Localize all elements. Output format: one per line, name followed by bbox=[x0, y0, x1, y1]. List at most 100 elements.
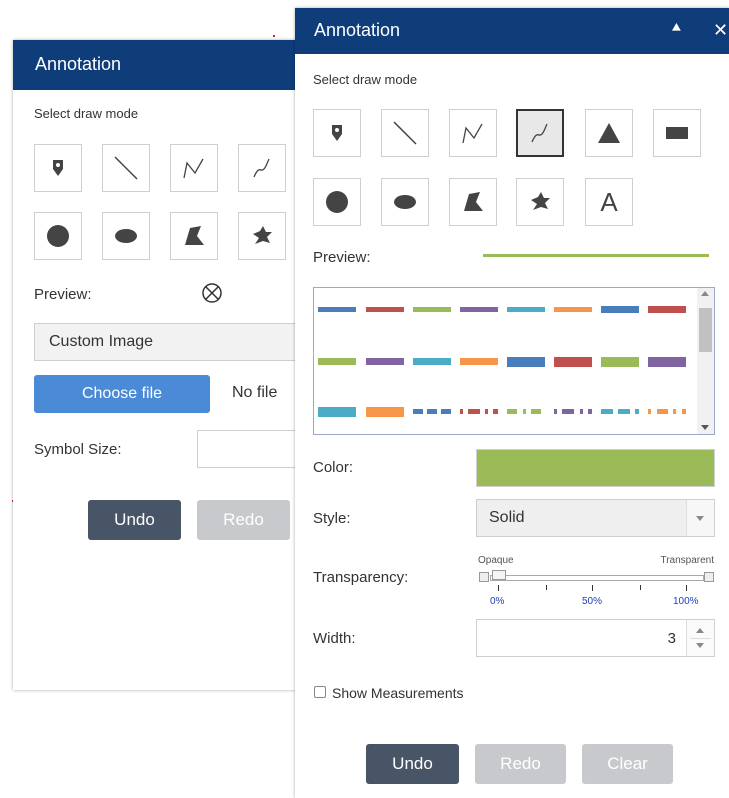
line-style-swatch[interactable] bbox=[413, 409, 451, 414]
circle-tool-button[interactable] bbox=[34, 212, 82, 260]
freehand-line-tool-button[interactable] bbox=[516, 109, 564, 157]
undo-button[interactable]: Undo bbox=[88, 500, 181, 540]
polyline-icon bbox=[462, 123, 483, 144]
line-style-swatch[interactable] bbox=[413, 307, 451, 312]
polygon-tool-button[interactable] bbox=[449, 178, 497, 226]
collapse-icon[interactable]: ⯅ bbox=[670, 20, 683, 38]
line-style-swatch[interactable] bbox=[507, 409, 545, 414]
freehand-polygon-icon bbox=[531, 192, 550, 210]
circle-icon bbox=[47, 225, 69, 247]
line-style-swatch[interactable] bbox=[554, 409, 592, 414]
show-measurements-checkbox[interactable] bbox=[314, 686, 326, 698]
triangle-tool-button[interactable] bbox=[585, 109, 633, 157]
line-style-swatch[interactable] bbox=[366, 307, 404, 312]
polyline-tool-button[interactable] bbox=[170, 144, 218, 192]
polygon-tool-button[interactable] bbox=[170, 212, 218, 260]
line-style-swatch[interactable] bbox=[601, 306, 639, 313]
redo-button[interactable]: Redo bbox=[197, 500, 290, 540]
color-swatch[interactable] bbox=[476, 449, 715, 487]
tick-label: 50% bbox=[582, 596, 603, 607]
close-circle-icon bbox=[202, 283, 222, 303]
line-style-swatch[interactable] bbox=[318, 407, 356, 417]
line-style-swatch[interactable] bbox=[601, 357, 639, 367]
redo-button[interactable]: Redo bbox=[475, 744, 566, 784]
transparent-label: Transparent bbox=[660, 555, 714, 566]
text-icon: A bbox=[600, 186, 618, 217]
ellipse-tool-button[interactable] bbox=[381, 178, 429, 226]
line-tool-button[interactable] bbox=[381, 109, 429, 157]
increment-icon[interactable] bbox=[696, 628, 704, 633]
panel-header: Annotation ⯅ ✕ bbox=[295, 8, 729, 54]
line-style-swatch[interactable] bbox=[460, 409, 498, 414]
freehand-line-tool-button[interactable] bbox=[238, 144, 286, 192]
point-icon bbox=[332, 125, 342, 141]
polygon-icon bbox=[464, 192, 483, 211]
line-style-swatch[interactable] bbox=[507, 307, 545, 312]
line-style-swatch[interactable] bbox=[366, 407, 404, 417]
rectangle-tool-button[interactable] bbox=[653, 109, 701, 157]
transparency-slider[interactable]: Opaque Transparent 0% 50% 100% bbox=[478, 555, 714, 613]
ellipse-icon bbox=[394, 195, 416, 209]
slider-thumb[interactable] bbox=[492, 570, 506, 580]
preview-label: Preview: bbox=[34, 286, 92, 303]
slider-right-arrow[interactable] bbox=[704, 572, 714, 582]
transparency-label: Transparency: bbox=[313, 569, 409, 586]
scroll-down-icon[interactable] bbox=[701, 425, 709, 430]
symbol-type-select[interactable]: Custom Image bbox=[34, 323, 303, 361]
polyline-icon bbox=[183, 158, 204, 179]
point-tool-button[interactable] bbox=[313, 109, 361, 157]
scroll-thumb[interactable] bbox=[699, 308, 712, 352]
line-style-swatch[interactable] bbox=[554, 307, 592, 312]
style-select[interactable]: Solid bbox=[476, 499, 715, 537]
line-style-swatch[interactable] bbox=[648, 357, 686, 367]
line-style-swatch[interactable] bbox=[318, 307, 356, 312]
rectangle-icon bbox=[666, 127, 688, 139]
line-tool-button[interactable] bbox=[102, 144, 150, 192]
line-style-swatch[interactable] bbox=[601, 409, 639, 414]
clear-button[interactable]: Clear bbox=[582, 744, 673, 784]
symbol-size-input[interactable] bbox=[197, 430, 303, 468]
line-style-gallery[interactable] bbox=[313, 287, 715, 435]
symbol-size-label: Symbol Size: bbox=[34, 441, 122, 458]
point-icon bbox=[53, 160, 63, 176]
freehand-polygon-tool-button[interactable] bbox=[516, 178, 564, 226]
panel-header: Annotation bbox=[13, 40, 303, 90]
style-label: Style: bbox=[313, 510, 351, 527]
line-style-swatch[interactable] bbox=[460, 307, 498, 312]
tick-label: 100% bbox=[673, 596, 699, 607]
freehand-polygon-tool-button[interactable] bbox=[238, 212, 286, 260]
slider-left-arrow[interactable] bbox=[479, 572, 489, 582]
scroll-up-icon[interactable] bbox=[701, 291, 709, 296]
line-icon bbox=[393, 121, 417, 145]
line-icon bbox=[114, 156, 138, 180]
line-style-swatch[interactable] bbox=[460, 358, 498, 365]
panel-title: Annotation bbox=[314, 20, 401, 40]
decrement-icon[interactable] bbox=[696, 643, 704, 648]
line-style-swatch[interactable] bbox=[648, 409, 686, 414]
line-style-swatch[interactable] bbox=[413, 358, 451, 365]
gallery-scrollbar[interactable] bbox=[697, 288, 714, 434]
line-style-swatch[interactable] bbox=[648, 306, 686, 313]
point-tool-button[interactable] bbox=[34, 144, 82, 192]
chevron-down-icon bbox=[696, 516, 704, 521]
undo-button[interactable]: Undo bbox=[366, 744, 459, 784]
preview-line bbox=[483, 254, 709, 257]
symbol-type-value: Custom Image bbox=[49, 333, 154, 350]
line-style-swatch[interactable] bbox=[554, 357, 592, 367]
annotation-panel: Annotation ⯅ ✕ Select draw mode A Previe… bbox=[295, 8, 729, 798]
choose-file-button[interactable]: Choose file bbox=[34, 375, 210, 413]
width-label: Width: bbox=[313, 630, 356, 647]
no-file-text: No file bbox=[232, 384, 278, 401]
freehand-polygon-icon bbox=[253, 226, 272, 244]
freehand-line-icon bbox=[253, 158, 270, 178]
polyline-tool-button[interactable] bbox=[449, 109, 497, 157]
width-input[interactable]: 3 bbox=[476, 619, 715, 657]
ellipse-tool-button[interactable] bbox=[102, 212, 150, 260]
draw-mode-label: Select draw mode bbox=[34, 106, 139, 121]
line-style-swatch[interactable] bbox=[366, 358, 404, 365]
line-style-swatch[interactable] bbox=[507, 357, 545, 367]
line-style-swatch[interactable] bbox=[318, 358, 356, 365]
text-tool-button[interactable]: A bbox=[585, 178, 633, 226]
circle-tool-button[interactable] bbox=[313, 178, 361, 226]
close-icon[interactable]: ✕ bbox=[713, 20, 728, 41]
